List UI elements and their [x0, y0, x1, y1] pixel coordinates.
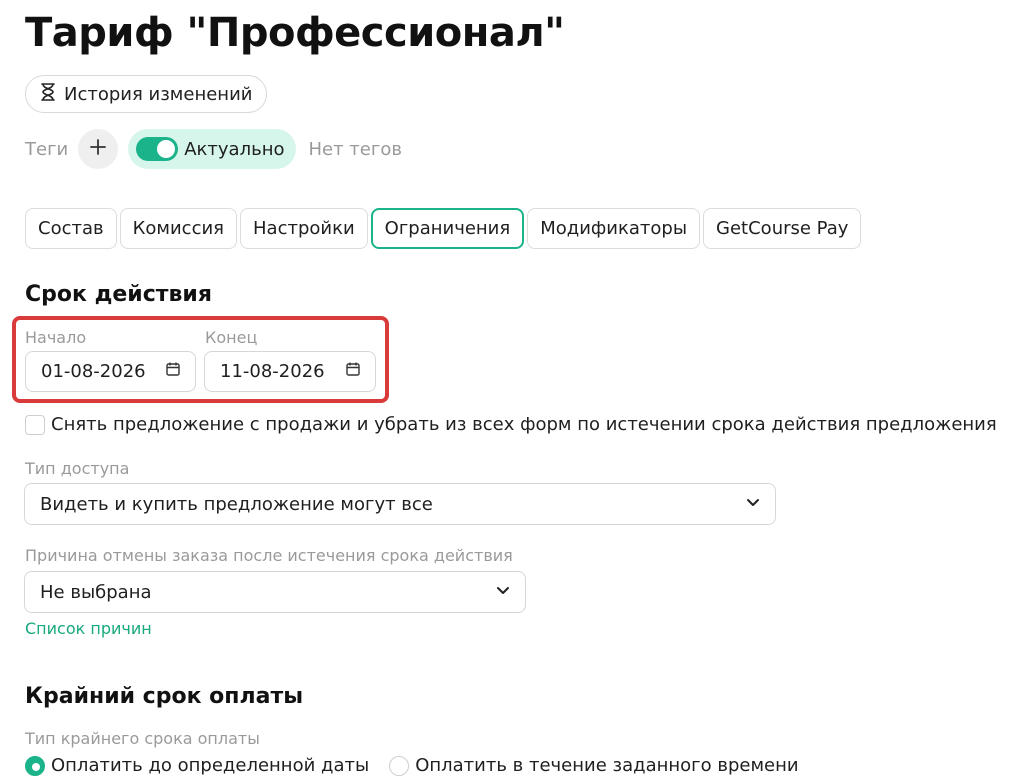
tab-getcourse-pay[interactable]: GetCourse Pay: [703, 208, 862, 249]
access-type-label: Тип доступа: [25, 459, 130, 478]
hourglass-icon: [40, 82, 56, 106]
radio-option-by-date[interactable]: Оплатить до определенной даты: [25, 755, 369, 776]
chevron-down-icon: [745, 494, 761, 515]
tab-settings[interactable]: Настройки: [240, 208, 368, 249]
tab-bar: Состав Комиссия Настройки Ограничения Мо…: [25, 208, 862, 249]
reasons-list-link[interactable]: Список причин: [25, 619, 152, 638]
calendar-icon: [345, 361, 361, 382]
radio-label: Оплатить в течение заданного времени: [415, 755, 799, 776]
page: Тариф "Профессионал" История изменений Т…: [0, 0, 1035, 779]
page-title: Тариф "Профессионал": [25, 10, 565, 56]
tab-commission[interactable]: Комиссия: [119, 208, 237, 249]
end-date-label: Конец: [205, 328, 258, 347]
cancel-reason-value: Не выбрана: [40, 581, 152, 603]
add-tag-button[interactable]: [78, 129, 119, 169]
end-date-value: 11-08-2026: [220, 361, 325, 382]
calendar-icon: [165, 361, 181, 382]
radio-button[interactable]: [25, 755, 45, 776]
status-badge: Актуально: [128, 129, 297, 169]
start-date-input[interactable]: 01-08-2026: [25, 351, 196, 392]
status-label: Актуально: [184, 138, 285, 160]
access-type-select[interactable]: Видеть и купить предложение могут все: [24, 483, 776, 525]
radio-button[interactable]: [389, 755, 410, 776]
tags-label: Теги: [25, 138, 69, 160]
status-toggle[interactable]: [136, 137, 179, 161]
tags-row: Теги Актуально Нет тегов: [25, 129, 402, 169]
deadline-type-radios: Оплатить до определенной даты Оплатить в…: [25, 755, 819, 776]
history-button-label: История изменений: [64, 83, 253, 105]
radio-option-within-time[interactable]: Оплатить в течение заданного времени: [389, 755, 799, 776]
end-date-input[interactable]: 11-08-2026: [204, 351, 376, 392]
cancel-reason-select[interactable]: Не выбрана: [24, 571, 526, 613]
no-tags-text: Нет тегов: [308, 138, 402, 160]
history-button[interactable]: История изменений: [25, 75, 268, 113]
remove-offer-checkbox[interactable]: [25, 414, 45, 435]
remove-offer-row: Снять предложение с продажи и убрать из …: [25, 414, 997, 435]
chevron-down-icon: [495, 582, 511, 603]
radio-label: Оплатить до определенной даты: [51, 755, 370, 776]
tab-restrictions[interactable]: Ограничения: [370, 208, 525, 249]
deadline-type-label: Тип крайнего срока оплаты: [25, 729, 260, 748]
tab-composition[interactable]: Состав: [25, 208, 117, 249]
access-type-value: Видеть и купить предложение могут все: [40, 493, 433, 515]
cancel-reason-label: Причина отмены заказа после истечения ср…: [25, 546, 513, 565]
remove-offer-label: Снять предложение с продажи и убрать из …: [51, 414, 997, 435]
tab-modifiers[interactable]: Модификаторы: [527, 208, 701, 249]
start-date-value: 01-08-2026: [41, 361, 146, 382]
plus-icon: [89, 138, 107, 160]
payment-deadline-title: Крайний срок оплаты: [25, 684, 304, 709]
start-date-label: Начало: [25, 328, 87, 347]
validity-section-title: Срок действия: [25, 282, 212, 307]
